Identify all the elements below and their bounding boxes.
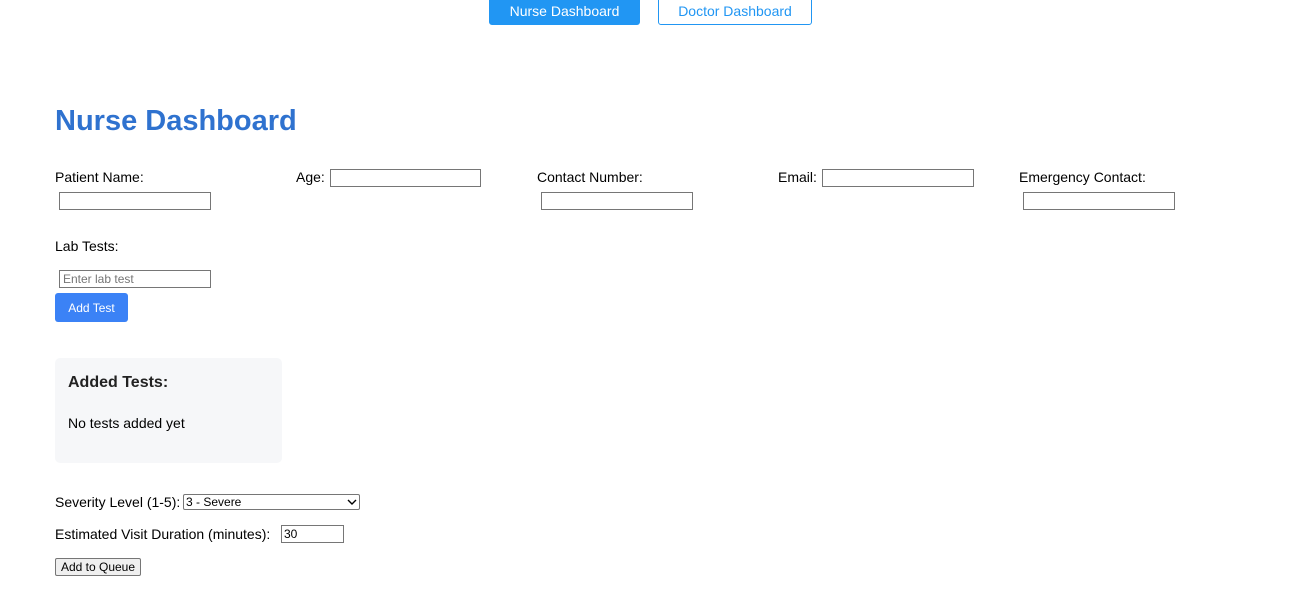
contact-number-label: Contact Number: (537, 169, 643, 185)
nurse-dashboard-tab[interactable]: Nurse Dashboard (489, 0, 640, 25)
doctor-dashboard-tab[interactable]: Doctor Dashboard (658, 0, 812, 25)
visit-duration-input[interactable] (281, 525, 344, 543)
severity-label: Severity Level (1-5): (55, 494, 181, 510)
contact-number-input[interactable] (541, 192, 693, 210)
add-test-button[interactable]: Add Test (55, 293, 128, 322)
severity-selected-value: 3 - Severe (186, 495, 242, 509)
emergency-contact-label: Emergency Contact: (1019, 169, 1146, 185)
visit-duration-label: Estimated Visit Duration (minutes): (55, 526, 271, 542)
email-input[interactable] (822, 169, 974, 187)
added-tests-heading: Added Tests: (68, 374, 169, 391)
severity-select[interactable]: 3 - Severe (183, 494, 360, 510)
chevron-down-icon (345, 495, 359, 509)
patient-name-label: Patient Name: (55, 169, 144, 185)
no-tests-message: No tests added yet (68, 415, 185, 431)
add-to-queue-button[interactable]: Add to Queue (55, 558, 141, 576)
age-label: Age: (296, 169, 325, 185)
email-label: Email: (778, 169, 817, 185)
lab-tests-label: Lab Tests: (55, 238, 119, 254)
age-input[interactable] (330, 169, 481, 187)
emergency-contact-input[interactable] (1023, 192, 1175, 210)
page-title: Nurse Dashboard (55, 105, 297, 137)
lab-test-input[interactable] (59, 270, 211, 288)
added-tests-panel: Added Tests: No tests added yet (55, 358, 282, 463)
nurse-dashboard-page: Nurse Dashboard Doctor Dashboard Nurse D… (0, 0, 1292, 594)
patient-name-input[interactable] (59, 192, 211, 210)
